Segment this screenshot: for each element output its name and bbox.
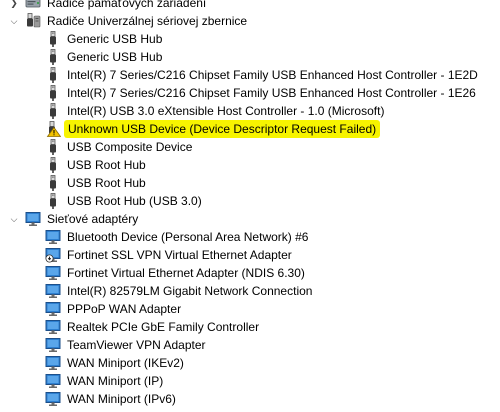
network-adapter-icon	[45, 355, 61, 371]
chevron-right-icon[interactable]: ❯	[8, 0, 20, 12]
usb-plug-icon	[45, 85, 61, 101]
device-label: USB Root Hub	[67, 176, 146, 190]
network-adapter-icon	[45, 301, 61, 317]
device-label: Bluetooth Device (Personal Area Network)…	[67, 230, 309, 244]
device-item[interactable]: Generic USB Hub	[0, 48, 500, 66]
device-label: WAN Miniport (IP)	[67, 374, 164, 388]
device-item[interactable]: USB Root Hub (USB 3.0)	[0, 192, 500, 210]
network-adapter-icon	[25, 211, 41, 227]
usb-plug-icon	[45, 67, 61, 83]
usb-plug-icon	[45, 49, 61, 65]
device-label: Intel(R) 82579LM Gigabit Network Connect…	[67, 284, 313, 298]
device-label: USB Root Hub (USB 3.0)	[67, 194, 202, 208]
network-adapter-icon	[45, 319, 61, 335]
device-item[interactable]: Intel(R) 82579LM Gigabit Network Connect…	[0, 282, 500, 300]
device-tree: ❯ Radiče pamäťových zariadení ⌵ Radiče U…	[0, 0, 500, 408]
device-item[interactable]: Intel(R) 7 Series/C216 Chipset Family US…	[0, 84, 500, 102]
network-adapter-icon	[45, 391, 61, 407]
network-adapter-icon	[45, 265, 61, 281]
storage-controller-icon	[25, 0, 41, 11]
device-label: Intel(R) USB 3.0 eXtensible Host Control…	[67, 104, 385, 118]
network-adapter-disabled-icon	[45, 247, 61, 263]
device-label: Intel(R) 7 Series/C216 Chipset Family US…	[67, 68, 478, 82]
device-item[interactable]: Fortinet SSL VPN Virtual Ethernet Adapte…	[0, 246, 500, 264]
network-adapter-icon	[45, 283, 61, 299]
device-label: TeamViewer VPN Adapter	[67, 338, 206, 352]
device-item[interactable]: Generic USB Hub	[0, 30, 500, 48]
device-label: WAN Miniport (IPv6)	[67, 392, 176, 406]
category-label: Radiče pamäťových zariadení	[47, 0, 207, 10]
device-item[interactable]: WAN Miniport (IP)	[0, 372, 500, 390]
device-item[interactable]: Intel(R) 7 Series/C216 Chipset Family US…	[0, 66, 500, 84]
device-label: WAN Miniport (IKEv2)	[67, 356, 184, 370]
usb-controller-icon	[25, 13, 41, 29]
device-label: Fortinet Virtual Ethernet Adapter (NDIS …	[67, 266, 305, 280]
device-item[interactable]: Bluetooth Device (Personal Area Network)…	[0, 228, 500, 246]
category-network-adapters[interactable]: ⌵ Sieťové adaptéry	[0, 210, 500, 228]
usb-plug-icon	[45, 103, 61, 119]
device-label: Realtek PCIe GbE Family Controller	[67, 320, 260, 334]
device-item[interactable]: WAN Miniport (IPv6)	[0, 390, 500, 408]
device-item[interactable]: USB Root Hub	[0, 156, 500, 174]
device-item[interactable]: USB Composite Device	[0, 138, 500, 156]
usb-plug-icon	[45, 157, 61, 173]
device-item[interactable]: WAN Miniport (IKEv2)	[0, 354, 500, 372]
warning-icon	[45, 121, 61, 137]
chevron-down-icon[interactable]: ⌵	[8, 210, 20, 228]
usb-plug-icon	[45, 175, 61, 191]
category-storage-controllers[interactable]: ❯ Radiče pamäťových zariadení	[0, 0, 500, 12]
category-label: Sieťové adaptéry	[47, 212, 139, 226]
category-label: Radiče Univerzálnej sériovej zbernice	[47, 14, 248, 28]
device-item[interactable]: Realtek PCIe GbE Family Controller	[0, 318, 500, 336]
device-label: Fortinet SSL VPN Virtual Ethernet Adapte…	[67, 248, 292, 262]
category-usb-controllers[interactable]: ⌵ Radiče Univerzálnej sériovej zbernice	[0, 12, 500, 30]
network-adapter-icon	[45, 337, 61, 353]
device-label: Generic USB Hub	[67, 50, 163, 64]
device-item[interactable]: USB Root Hub	[0, 174, 500, 192]
usb-plug-icon	[45, 139, 61, 155]
device-label: USB Root Hub	[67, 158, 146, 172]
chevron-down-icon[interactable]: ⌵	[8, 12, 20, 30]
device-item[interactable]: TeamViewer VPN Adapter	[0, 336, 500, 354]
device-item[interactable]: Intel(R) USB 3.0 eXtensible Host Control…	[0, 102, 500, 120]
network-adapter-icon	[45, 229, 61, 245]
device-label: Intel(R) 7 Series/C216 Chipset Family US…	[67, 86, 476, 100]
usb-plug-icon	[45, 193, 61, 209]
usb-plug-icon	[45, 31, 61, 47]
device-item-unknown-usb[interactable]: Unknown USB Device (Device Descriptor Re…	[0, 120, 500, 138]
device-item[interactable]: PPPoP WAN Adapter	[0, 300, 500, 318]
device-label-highlighted: Unknown USB Device (Device Descriptor Re…	[64, 120, 381, 138]
device-label: Generic USB Hub	[67, 32, 163, 46]
network-adapter-icon	[45, 373, 61, 389]
device-label: USB Composite Device	[67, 140, 193, 154]
device-label: PPPoP WAN Adapter	[67, 302, 182, 316]
device-item[interactable]: Fortinet Virtual Ethernet Adapter (NDIS …	[0, 264, 500, 282]
